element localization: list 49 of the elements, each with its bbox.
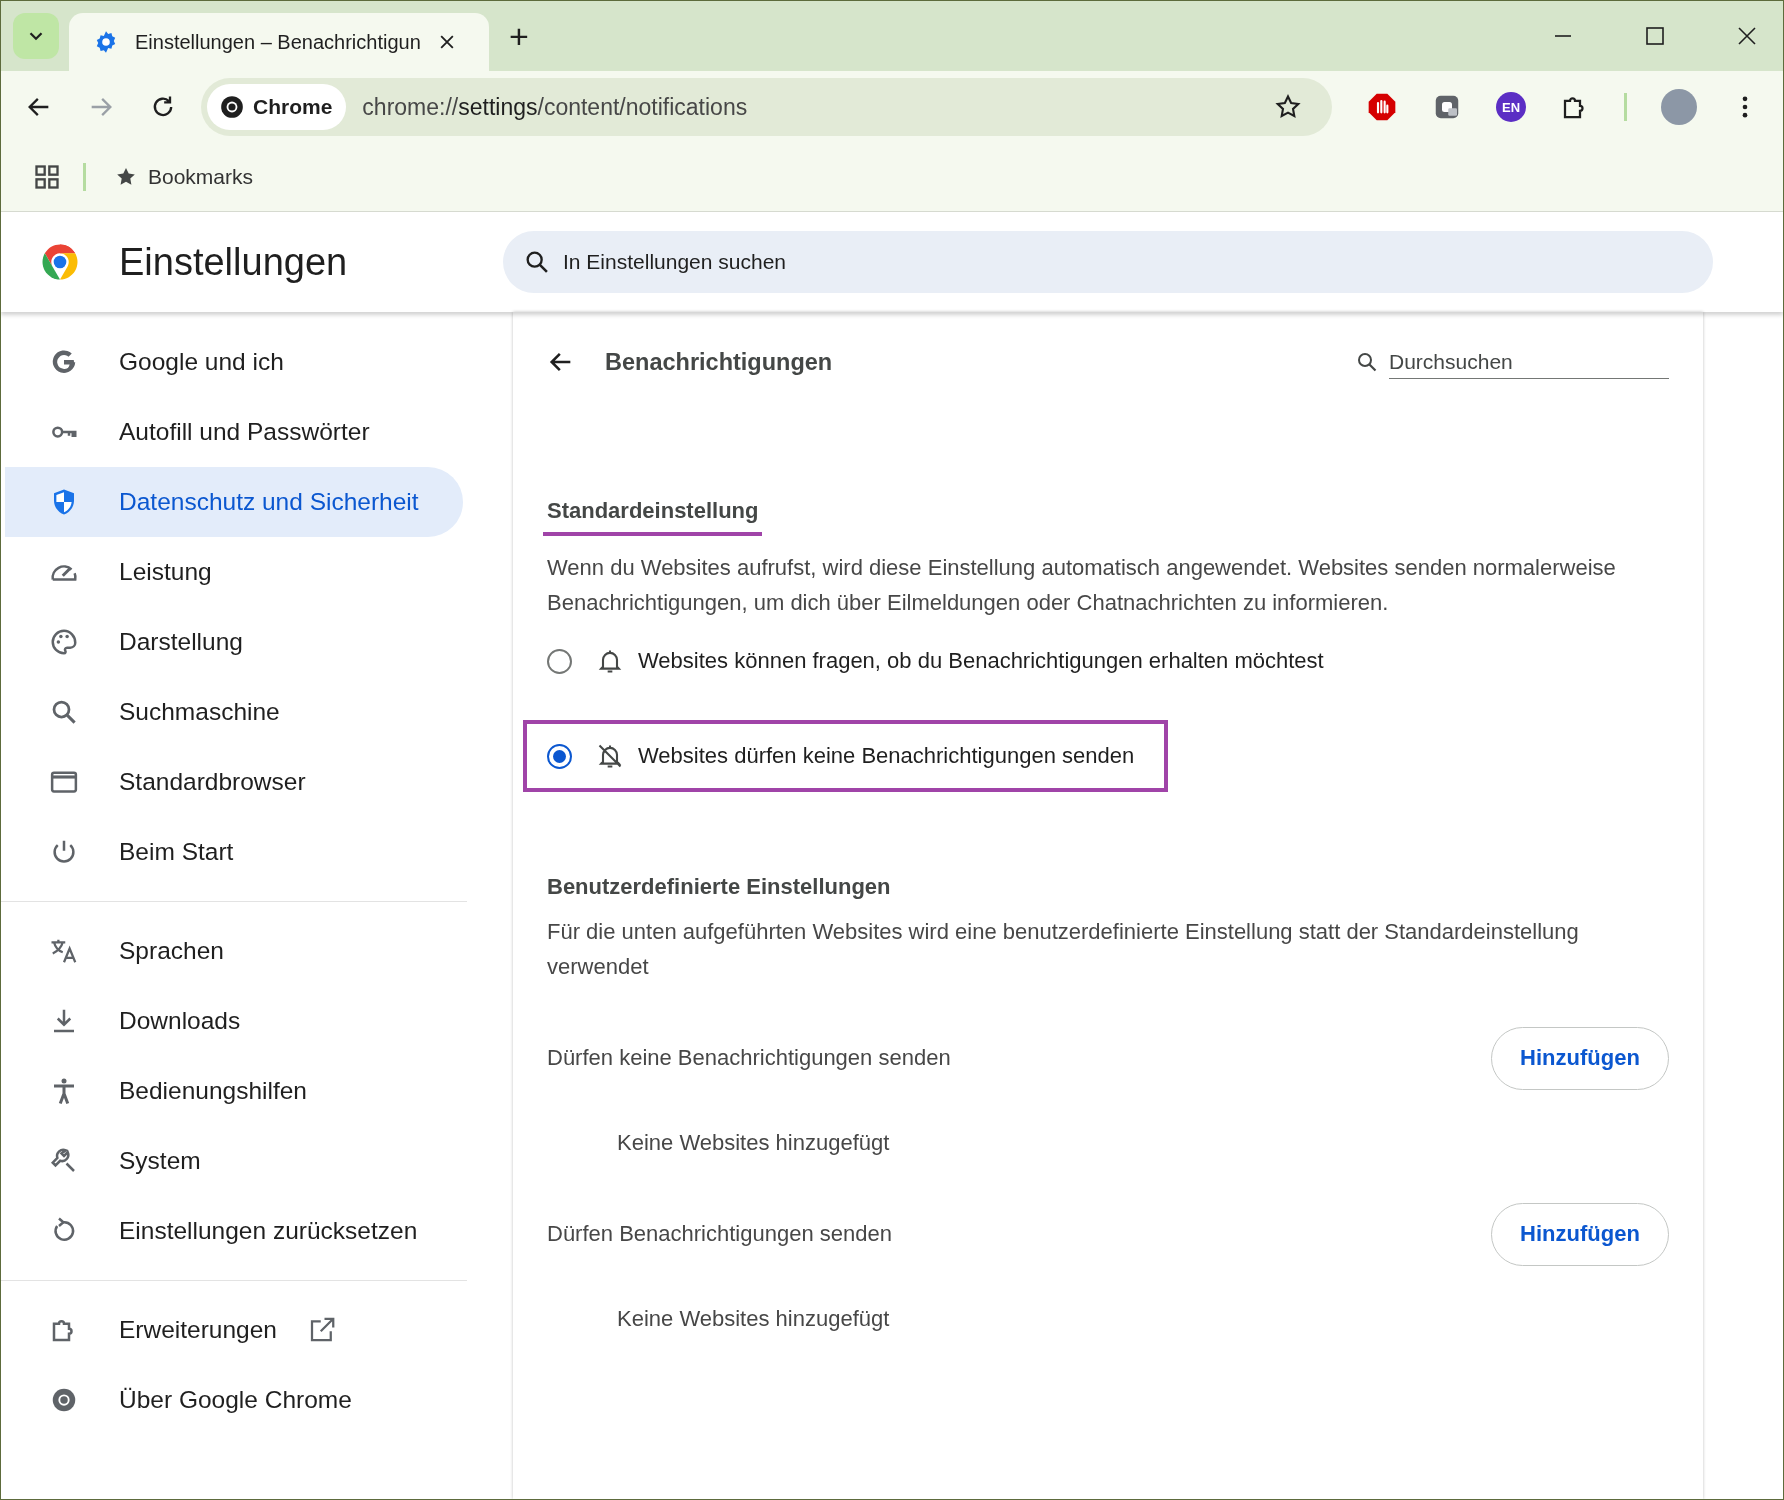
sidebar-item[interactable]: Darstellung	[5, 607, 463, 677]
sidebar-item[interactable]: Autofill und Passwörter	[5, 397, 463, 467]
new-tab-button[interactable]: +	[499, 16, 539, 56]
sidebar-item[interactable]: Google und ich	[5, 327, 463, 397]
palette-icon	[49, 627, 79, 657]
sidebar-item[interactable]: Leistung	[5, 537, 463, 607]
star-icon[interactable]	[1274, 93, 1302, 121]
empty-list-text: Keine Websites hinzugefügt	[616, 1306, 891, 1332]
radio-label: Websites können fragen, ob du Benachrichtigungen erhalten möchtest	[638, 648, 1324, 674]
stop-hand-icon[interactable]	[1366, 91, 1398, 123]
section-description: Wenn du Websites aufrufst, wird diese Einstellung automatisch angewendet. Websites senden normalerweise Benachrichtigungen, um dich über Eilmeldungen oder Chatnachrichten zu informieren.	[547, 554, 1617, 617]
sidebar-item[interactable]: System	[5, 1126, 463, 1196]
address-bar[interactable]: Chrome chrome://settings/content/notifications	[201, 78, 1332, 136]
chrome-logo-icon	[219, 94, 245, 120]
sidebar-item[interactable]: Beim Start	[5, 817, 463, 887]
list-label: Dürfen Benachrichtigungen senden	[547, 1221, 892, 1247]
section-heading: Benutzerdefinierte Einstellungen	[547, 874, 892, 900]
bookmarks-folder[interactable]: Bookmarks	[114, 165, 254, 189]
sidebar-item[interactable]: Standardbrowser	[5, 747, 463, 817]
sidebar-item[interactable]: Bedienungshilfen	[5, 1056, 463, 1126]
maximize-icon[interactable]	[1643, 24, 1667, 48]
sidebar-item[interactable]: Suchmaschine	[5, 677, 463, 747]
settings-search-field[interactable]: In Einstellungen suchen	[503, 231, 1713, 293]
radio-button[interactable]	[547, 743, 572, 769]
language-extension-badge[interactable]: EN	[1496, 92, 1526, 122]
tab-title: Einstellungen – Benachrichtigun	[135, 30, 421, 54]
apps-grid-icon[interactable]	[33, 163, 61, 191]
add-button[interactable]: Hinzufügen	[1491, 1202, 1669, 1266]
settings-title: Einstellungen	[119, 240, 348, 284]
sidebar-item[interactable]: Downloads	[5, 986, 463, 1056]
bell-off-icon	[596, 742, 624, 770]
section-heading: Standardeinstellung	[543, 498, 763, 536]
section-description: Für die unten aufgeführten Websites wird eine benutzerdefinierte Einstellung statt der Standardeinstellung verwendet	[547, 918, 1580, 981]
profile-avatar[interactable]	[1661, 89, 1697, 125]
url-text: chrome://settings/content/notifications	[362, 93, 749, 121]
browser-tab[interactable]: Einstellungen – Benachrichtigun	[69, 13, 489, 71]
list-label: Dürfen keine Benachrichtigungen senden	[547, 1045, 951, 1071]
radio-button[interactable]	[547, 648, 572, 674]
sidebar-item[interactable]: Datenschutz und Sicherheit	[5, 467, 463, 537]
page-title: Benachrichtigungen	[605, 348, 833, 376]
add-button[interactable]: Hinzufügen	[1491, 1026, 1669, 1090]
radio-label: Websites dürfen keine Benachrichtigungen senden	[638, 743, 1135, 769]
search-icon	[1355, 350, 1379, 374]
sidebar-item[interactable]: Einstellungen zurücksetzen	[5, 1196, 463, 1266]
sidebar-item[interactable]: Sprachen	[5, 916, 463, 986]
empty-list-text: Keine Websites hinzugefügt	[616, 1130, 891, 1156]
site-chip[interactable]: Chrome	[207, 84, 347, 130]
sidebar-item[interactable]: Erweiterungen	[5, 1295, 463, 1365]
sidebar-item[interactable]: Über Google Chrome	[5, 1365, 463, 1435]
